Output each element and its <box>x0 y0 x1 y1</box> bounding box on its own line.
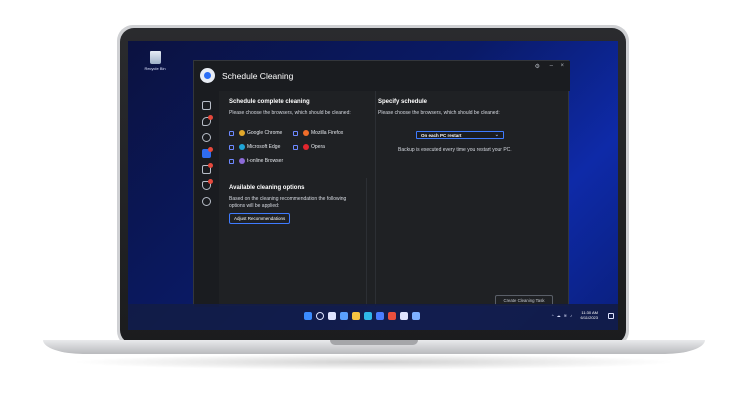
chevron-up-icon[interactable]: ^ <box>552 313 554 318</box>
clock-date: 6/11/2023 <box>580 315 599 320</box>
system-tray[interactable]: ^ ☁ ≋ ♪ <box>552 313 572 318</box>
widgets-icon[interactable] <box>340 312 348 320</box>
app-header: Schedule Cleaning ⚙ – × <box>194 61 570 91</box>
stage: Recycle Bin Schedule Cleaning ⚙ – × Sche… <box>0 0 748 403</box>
schedule-description: Please choose the browsers, which should… <box>378 110 500 116</box>
checkbox[interactable] <box>229 130 234 136</box>
gear-icon[interactable]: ⚙ <box>535 63 540 70</box>
browser-option-opera[interactable]: Opera <box>293 144 325 150</box>
browser-option-t-online[interactable]: t-online Browser <box>229 158 283 164</box>
taskbar-icons <box>304 312 420 320</box>
store-icon[interactable] <box>376 312 384 320</box>
notification-badge <box>208 115 213 120</box>
shield-badge-icon[interactable] <box>202 179 213 190</box>
laptop-shadow <box>70 354 678 370</box>
chrome-icon <box>239 130 245 136</box>
app-window: Schedule Cleaning ⚙ – × Schedule complet… <box>193 60 570 307</box>
search-icon[interactable] <box>316 312 324 320</box>
firefox-icon <box>303 130 309 136</box>
notification-icon[interactable] <box>608 313 614 319</box>
schedule-select[interactable]: On each PC restart ⌄ <box>416 131 504 139</box>
close-button[interactable]: × <box>560 63 564 69</box>
browser-label: Microsoft Edge <box>247 144 281 150</box>
volume-icon[interactable]: ♪ <box>570 313 572 318</box>
browser-choice-description: Please choose the browsers, which should… <box>229 110 351 116</box>
minimize-button[interactable]: – <box>550 63 553 69</box>
specify-schedule-heading: Specify schedule <box>378 99 428 105</box>
notification-badge <box>208 147 213 152</box>
schedule-select-value: On each PC restart <box>421 132 462 138</box>
recycle-bin-icon <box>149 51 161 64</box>
cloud-icon[interactable]: ☁ <box>557 313 561 318</box>
taskbar: ^ ☁ ≋ ♪ 11:30 AM 6/11/2023 <box>128 304 618 330</box>
specify-schedule-panel: Specify schedule Please choose the brows… <box>375 91 560 307</box>
start-icon[interactable] <box>304 312 312 320</box>
checkbox[interactable] <box>293 130 298 136</box>
folder-icon[interactable] <box>352 312 360 320</box>
edge-icon[interactable] <box>364 312 372 320</box>
laptop-base-notch <box>330 340 418 345</box>
t-online-icon <box>239 158 245 164</box>
app-icon[interactable] <box>412 312 420 320</box>
task-view-icon[interactable] <box>328 312 336 320</box>
edge-icon <box>239 144 245 150</box>
page-title: Schedule Cleaning <box>222 71 294 81</box>
recycle-bin-label: Recycle Bin <box>144 66 166 71</box>
shield-icon[interactable] <box>202 163 213 174</box>
app-logo-icon <box>200 68 215 83</box>
browser-option-chrome[interactable]: Google Chrome <box>229 130 282 136</box>
clock[interactable]: 11:30 AM 6/11/2023 <box>581 310 599 320</box>
browser-option-edge[interactable]: Microsoft Edge <box>229 144 280 150</box>
notification-badge <box>208 163 213 168</box>
calendar-icon[interactable] <box>202 147 213 158</box>
browser-label: Mozilla Firefox <box>311 130 344 136</box>
checkbox[interactable] <box>229 158 234 164</box>
browser-label: t-online Browser <box>247 158 284 164</box>
checkbox[interactable] <box>229 144 234 150</box>
checkbox[interactable] <box>293 144 298 150</box>
laptop-screen: Recycle Bin Schedule Cleaning ⚙ – × Sche… <box>128 41 618 330</box>
browser-label: Opera <box>311 144 325 150</box>
schedule-note: Backup is executed every time you restar… <box>398 147 512 153</box>
sidebar <box>194 91 219 307</box>
browser-option-firefox[interactable]: Mozilla Firefox <box>293 130 343 136</box>
cleaning-options-panel <box>221 178 367 307</box>
browser-label: Google Chrome <box>247 130 283 136</box>
notification-badge <box>208 179 213 184</box>
app-icon[interactable] <box>388 312 396 320</box>
recycle-bin[interactable]: Recycle Bin <box>138 51 172 71</box>
grid-icon[interactable] <box>202 101 211 110</box>
wifi-icon[interactable]: ≋ <box>564 313 567 318</box>
chevron-down-icon: ⌄ <box>494 132 499 138</box>
complete-cleaning-heading: Schedule complete cleaning <box>229 99 310 105</box>
globe-icon[interactable] <box>202 133 211 142</box>
settings-icon[interactable] <box>202 197 211 206</box>
app-icon[interactable] <box>400 312 408 320</box>
opera-icon <box>303 144 309 150</box>
broom-icon[interactable] <box>202 115 213 126</box>
